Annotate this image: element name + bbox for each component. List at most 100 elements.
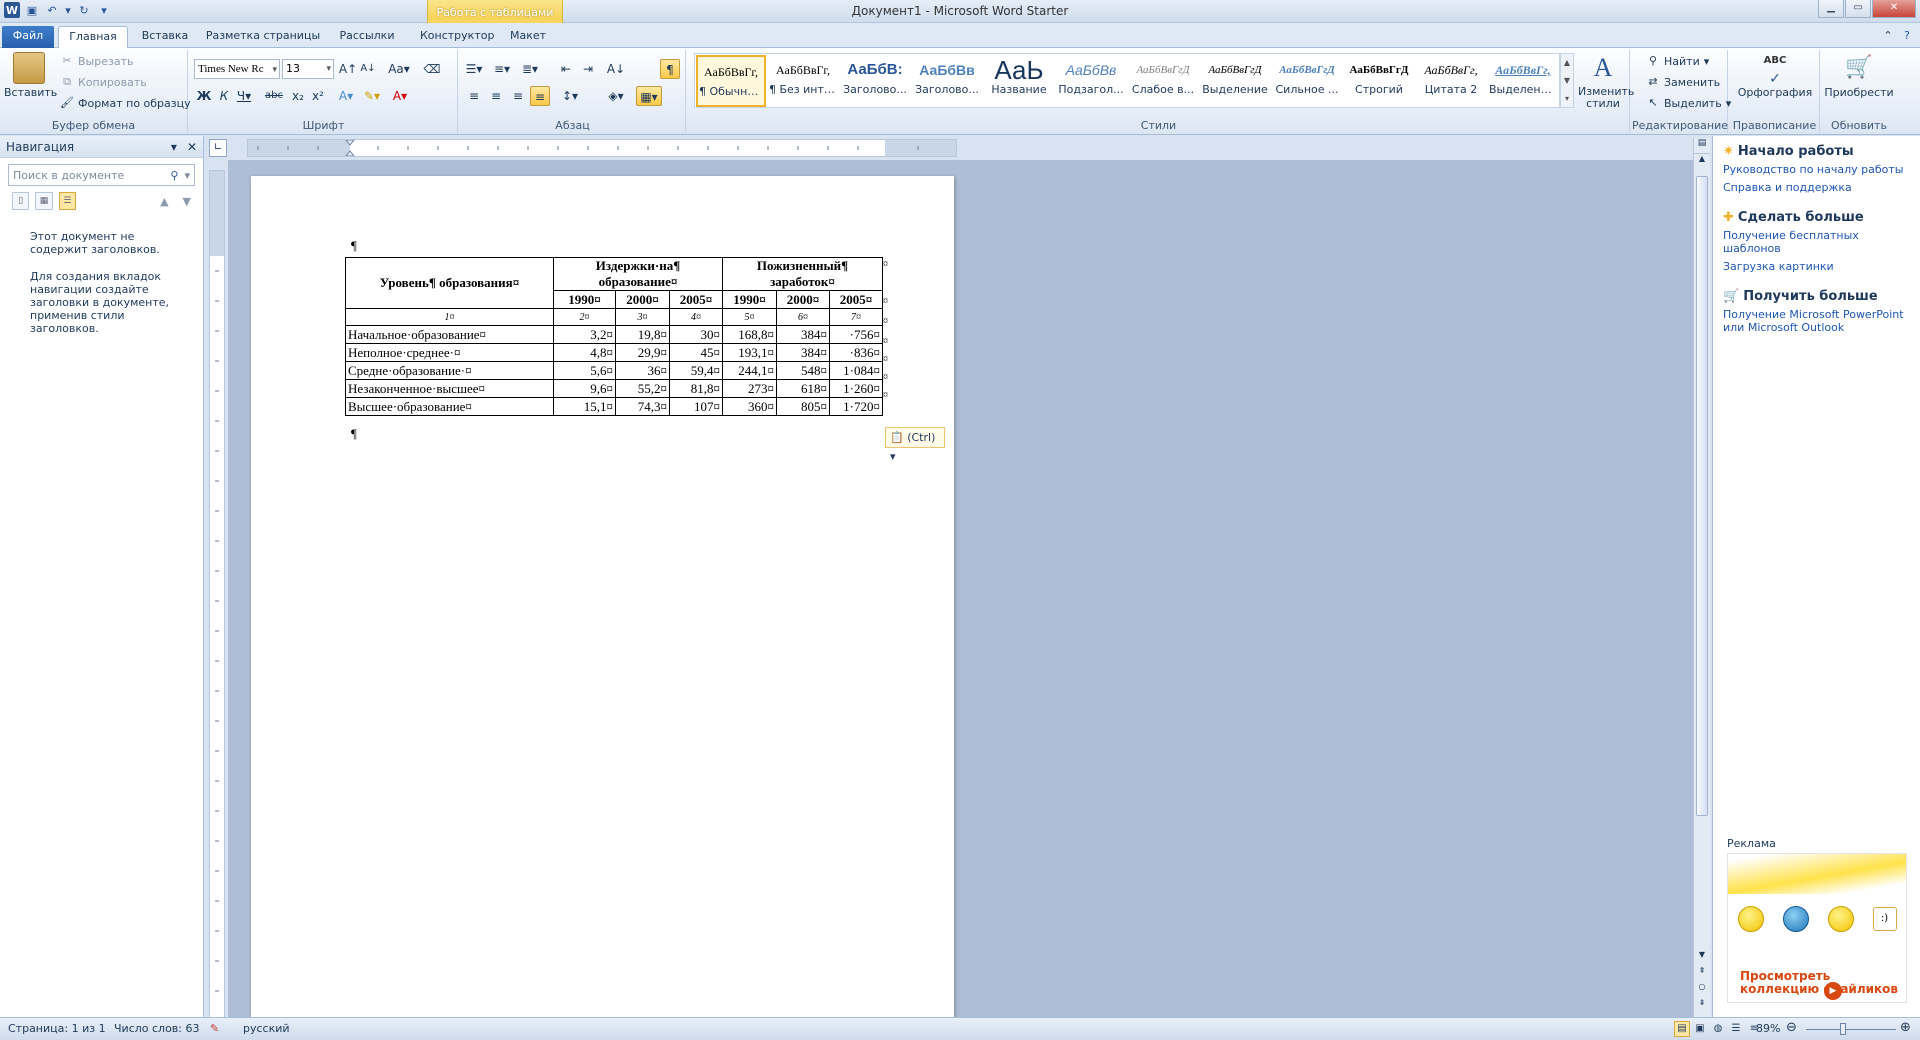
decrease-indent-icon[interactable]: ⇤	[556, 59, 576, 79]
sort-icon[interactable]: A↓	[606, 59, 626, 79]
cut-button[interactable]: ✂ Вырезать	[60, 54, 133, 68]
change-styles-button[interactable]: A Изменить стили	[1578, 52, 1634, 110]
value-cell[interactable]: 5,6¤	[553, 361, 616, 380]
next-icon[interactable]: ▼	[183, 195, 191, 208]
align-center-icon[interactable]: ≡	[486, 86, 506, 106]
colnum-cell[interactable]: 5¤	[722, 308, 777, 326]
ruler-toggle-icon[interactable]: ▤	[1694, 138, 1710, 154]
row-label-cell[interactable]: Средне·образование·¤	[345, 361, 554, 380]
help-icon[interactable]: ?	[1898, 26, 1916, 48]
ad-link[interactable]: Просмотреть коллекцию смайликов	[1740, 970, 1906, 996]
highlight-icon[interactable]: ✎▾	[362, 86, 382, 106]
value-cell[interactable]: 29,9¤	[615, 343, 670, 362]
year-cell[interactable]: 2000¤	[776, 290, 830, 309]
font-color-icon[interactable]: A▾	[390, 86, 410, 106]
italic-icon[interactable]: К	[214, 86, 234, 106]
row-label-cell[interactable]: Неполное·среднее·¤	[345, 343, 554, 362]
align-left-icon[interactable]: ≡	[464, 86, 484, 106]
value-cell[interactable]: 360¤	[722, 397, 777, 416]
clear-formatting-icon[interactable]: ⌫	[422, 59, 442, 79]
value-cell[interactable]: 618¤	[776, 379, 830, 398]
year-cell[interactable]: 1990¤	[722, 290, 777, 309]
font-size-dropdown[interactable]: 13	[282, 59, 334, 79]
prev-page-icon[interactable]: ⇞	[1694, 966, 1710, 975]
web-layout-icon[interactable]: ◍	[1710, 1021, 1726, 1037]
browse-pages-icon[interactable]: ▦	[35, 192, 53, 210]
styles-scroll[interactable]: ▲ ▼ ▾	[1560, 53, 1574, 108]
grow-font-icon[interactable]: A↑	[338, 59, 358, 79]
value-cell[interactable]: 81,8¤	[669, 379, 723, 398]
paste-button[interactable]: Вставить	[4, 52, 57, 99]
borders-icon[interactable]: ▦▾	[636, 86, 662, 106]
style-normal[interactable]: АаБбВвГг, ¶ Обычный	[696, 55, 766, 107]
play-icon[interactable]: ▶	[1824, 982, 1842, 1000]
underline-icon[interactable]: Ч▾	[234, 86, 254, 106]
value-cell[interactable]: 30¤	[669, 325, 723, 344]
browse-object-icon[interactable]: ○	[1694, 982, 1710, 991]
nav-search-input[interactable]: Поиск в документе ⚲ ▾	[8, 164, 195, 186]
show-formatting-marks-icon[interactable]: ¶	[660, 59, 680, 79]
value-cell[interactable]: 244,1¤	[722, 361, 777, 380]
language[interactable]: русский	[243, 1022, 290, 1035]
value-cell[interactable]: 1·720¤	[829, 397, 883, 416]
spelling-button[interactable]: ABC ✓ Орфография	[1734, 52, 1816, 99]
value-cell[interactable]: 55,2¤	[615, 379, 670, 398]
change-case-icon[interactable]: Aa▾	[386, 59, 412, 79]
previous-icon[interactable]: ▲	[160, 195, 168, 208]
scroll-thumb[interactable]	[1696, 176, 1708, 816]
style-quote-2[interactable]: АаБбВвГг, Цитата 2	[1416, 55, 1486, 107]
line-spacing-icon[interactable]: ↕▾	[560, 86, 580, 106]
value-cell[interactable]: 273¤	[722, 379, 777, 398]
pane-options-icon[interactable]: ▾	[171, 140, 177, 154]
zoom-slider[interactable]	[1806, 1029, 1896, 1030]
style-intense-emphasis[interactable]: АаБбВвГгД Сильное ...	[1272, 55, 1342, 107]
value-cell[interactable]: 45¤	[669, 343, 723, 362]
tab-mailings[interactable]: Рассылки	[330, 26, 404, 48]
font-name-dropdown[interactable]: Times New Rc	[194, 59, 280, 79]
print-layout-icon[interactable]: ▤	[1674, 1021, 1690, 1037]
close-pane-icon[interactable]: ✕	[187, 140, 197, 154]
tab-file[interactable]: Файл	[2, 26, 54, 48]
zoom-in-icon[interactable]: ⊕	[1900, 1020, 1911, 1035]
zoom-level[interactable]: 89%	[1756, 1022, 1780, 1035]
year-cell[interactable]: 2005¤	[829, 290, 883, 309]
clipart-link[interactable]: Загрузка картинки	[1723, 260, 1920, 273]
justify-icon[interactable]: ≡	[530, 86, 550, 106]
colnum-cell[interactable]: 7¤	[829, 308, 883, 326]
page-count[interactable]: Страница: 1 из 1	[8, 1022, 106, 1035]
full-screen-icon[interactable]: ▣	[1692, 1021, 1708, 1037]
document-page[interactable]: ¶ Уровень¶ образования¤ Издержки·на¶ обр…	[251, 176, 954, 1036]
proofing-status-icon[interactable]: ✎	[210, 1022, 219, 1035]
style-heading-2[interactable]: АаБбВв Заголово...	[912, 55, 982, 107]
row-label-cell[interactable]: Высшее·образование¤	[345, 397, 554, 416]
value-cell[interactable]: 1·084¤	[829, 361, 883, 380]
help-support-link[interactable]: Справка и поддержка	[1723, 181, 1920, 194]
outline-icon[interactable]: ☰	[1728, 1021, 1744, 1037]
value-cell[interactable]: 36¤	[615, 361, 670, 380]
search-icon[interactable]: ⚲	[170, 169, 178, 182]
tab-page-layout[interactable]: Разметка страницы	[202, 26, 324, 48]
buy-button[interactable]: 🛒 Приобрести	[1824, 52, 1894, 99]
vertical-scrollbar[interactable]: ▤ ▲ ▼ ⇞ ○ ⇟	[1693, 138, 1710, 1017]
close-button[interactable]: ✕	[1872, 0, 1916, 18]
scroll-down-icon[interactable]: ▼	[1694, 950, 1710, 959]
align-right-icon[interactable]: ≡	[508, 86, 528, 106]
tab-home[interactable]: Главная	[58, 26, 128, 48]
advertisement[interactable]: :) Просмотреть коллекцию смайликов ▶	[1727, 853, 1907, 1003]
replace-button[interactable]: ⇄ Заменить	[1646, 75, 1720, 89]
value-cell[interactable]: 1·260¤	[829, 379, 883, 398]
copy-button[interactable]: ⧉ Копировать	[60, 75, 147, 89]
minimize-button[interactable]: ▁	[1818, 0, 1844, 18]
year-cell[interactable]: 1990¤	[553, 290, 616, 309]
style-intense-quote[interactable]: АаБбВвГг, Выделенн...	[1488, 55, 1558, 107]
ribbon-minimize-icon[interactable]: ⌃	[1880, 26, 1896, 48]
shading-icon[interactable]: ◈▾	[606, 86, 626, 106]
value-cell[interactable]: 74,3¤	[615, 397, 670, 416]
tab-table-design[interactable]: Конструктор	[420, 26, 494, 48]
zoom-slider-thumb[interactable]	[1840, 1023, 1846, 1035]
increase-indent-icon[interactable]: ⇥	[578, 59, 598, 79]
text-effects-icon[interactable]: A▾	[336, 86, 356, 106]
data-table[interactable]: Уровень¶ образования¤ Издержки·на¶ образ…	[345, 257, 883, 416]
tab-selector[interactable]: ∟	[209, 139, 227, 157]
bold-icon[interactable]: Ж	[194, 86, 214, 106]
